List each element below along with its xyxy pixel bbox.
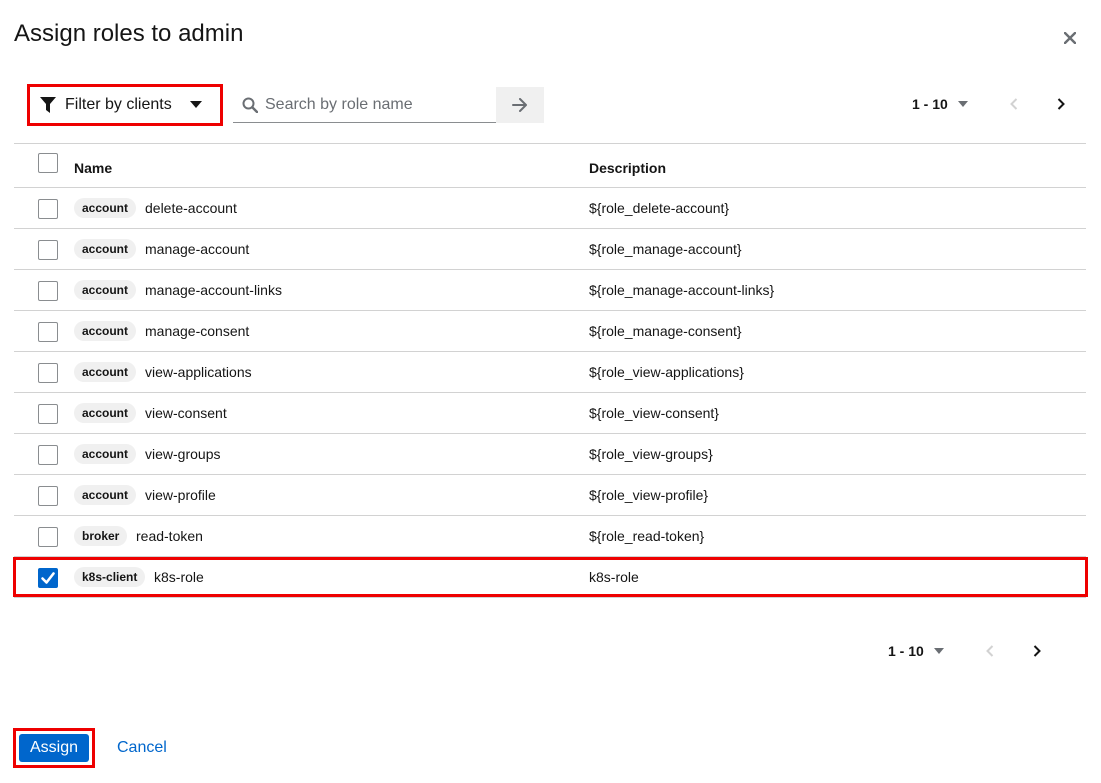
prev-page-button[interactable] <box>982 643 998 659</box>
role-description: ${role_view-profile} <box>589 487 709 503</box>
assign-button-highlight: Assign <box>13 728 95 768</box>
filter-icon <box>40 97 56 113</box>
row-checkbox[interactable] <box>38 363 58 383</box>
table-row[interactable]: k8s-client k8s-role k8s-role <box>14 557 1086 598</box>
row-checkbox[interactable] <box>38 568 58 588</box>
next-page-button[interactable] <box>1053 96 1069 112</box>
filter-dropdown[interactable]: Filter by clients <box>33 90 217 120</box>
client-badge: account <box>74 280 137 300</box>
role-description: ${role_view-consent} <box>589 405 719 421</box>
role-description: ${role_delete-account} <box>589 200 730 216</box>
cancel-button[interactable]: Cancel <box>117 739 167 757</box>
arrow-right-icon <box>512 98 527 112</box>
role-description: ${role_view-groups} <box>589 446 713 462</box>
role-description: k8s-role <box>589 569 639 585</box>
table-row[interactable]: account view-consent ${role_view-consent} <box>14 393 1086 434</box>
role-description: ${role_manage-account-links} <box>589 282 775 298</box>
table-row[interactable]: account manage-account-links ${role_manage… <box>14 270 1086 311</box>
assign-button[interactable]: Assign <box>19 734 89 762</box>
pagination-range: 1 - 10 <box>912 96 948 112</box>
search-input[interactable] <box>265 95 485 114</box>
column-header-description: Description <box>589 160 667 176</box>
row-checkbox[interactable] <box>38 322 58 342</box>
chevron-right-icon <box>1057 98 1065 110</box>
role-name: view-groups <box>145 446 221 462</box>
role-name: view-consent <box>145 405 227 421</box>
modal-title: Assign roles to admin <box>14 20 244 47</box>
role-name: manage-account <box>145 241 250 257</box>
role-name: k8s-role <box>154 569 204 585</box>
close-button[interactable] <box>1058 26 1082 50</box>
role-description: ${role_view-applications} <box>589 364 744 380</box>
column-header-name: Name <box>74 160 113 176</box>
checkmark-icon <box>41 572 55 584</box>
client-badge: account <box>74 444 137 464</box>
caret-down-icon <box>957 101 968 107</box>
row-checkbox[interactable] <box>38 240 58 260</box>
row-checkbox[interactable] <box>38 445 58 465</box>
role-name: manage-account-links <box>145 282 282 298</box>
table-row[interactable]: account view-applications ${role_view-appl… <box>14 352 1086 393</box>
client-badge: account <box>74 198 137 218</box>
table-row[interactable]: broker read-token ${role_read-token} <box>14 516 1086 557</box>
role-name: read-token <box>136 528 203 544</box>
row-checkbox[interactable] <box>38 404 58 424</box>
client-badge: broker <box>74 526 128 546</box>
row-checkbox[interactable] <box>38 527 58 547</box>
role-name: manage-consent <box>145 323 250 339</box>
search-icon <box>242 97 258 113</box>
caret-down-icon <box>189 101 202 108</box>
client-badge: account <box>74 321 137 341</box>
table-row[interactable]: account manage-account ${role_manage-accou… <box>14 229 1086 270</box>
select-all-checkbox[interactable] <box>38 153 58 173</box>
role-name: delete-account <box>145 200 237 216</box>
role-name: view-profile <box>145 487 216 503</box>
caret-down-icon <box>933 648 944 654</box>
filter-label: Filter by clients <box>65 96 172 113</box>
table-row[interactable]: account delete-account ${role_delete-accou… <box>14 188 1086 229</box>
pagination-range: 1 - 10 <box>888 643 924 659</box>
table-row[interactable]: account manage-consent ${role_manage-conse… <box>14 311 1086 352</box>
row-checkbox[interactable] <box>38 199 58 219</box>
pagination-range-toggle[interactable]: 1 - 10 <box>888 643 944 659</box>
search-box <box>233 87 497 123</box>
table-header: Name Description <box>14 144 1086 188</box>
table-row[interactable]: account view-profile ${role_view-profile} <box>14 475 1086 516</box>
roles-table: Name Description account delete-account ${… <box>14 143 1086 598</box>
search-submit-button[interactable] <box>496 87 544 123</box>
role-description: ${role_read-token} <box>589 528 705 544</box>
bottom-pagination: 1 - 10 <box>888 643 1045 659</box>
client-badge: account <box>74 485 137 505</box>
pagination-range-toggle[interactable]: 1 - 10 <box>912 96 968 112</box>
role-description: ${role_manage-consent} <box>589 323 742 339</box>
row-checkbox[interactable] <box>38 281 58 301</box>
table-row[interactable]: account view-groups ${role_view-groups} <box>14 434 1086 475</box>
client-badge: account <box>74 403 137 423</box>
client-badge: account <box>74 362 137 382</box>
close-icon <box>1064 32 1076 44</box>
chevron-left-icon <box>985 645 994 657</box>
client-badge: account <box>74 239 137 259</box>
chevron-left-icon <box>1009 98 1018 110</box>
filter-dropdown-highlight: Filter by clients <box>27 84 223 126</box>
role-description: ${role_manage-account} <box>589 241 742 257</box>
next-page-button[interactable] <box>1029 643 1045 659</box>
prev-page-button[interactable] <box>1006 96 1022 112</box>
client-badge: k8s-client <box>74 567 146 587</box>
role-name: view-applications <box>145 364 252 380</box>
chevron-right-icon <box>1033 645 1041 657</box>
top-pagination: 1 - 10 <box>912 96 1069 112</box>
row-checkbox[interactable] <box>38 486 58 506</box>
